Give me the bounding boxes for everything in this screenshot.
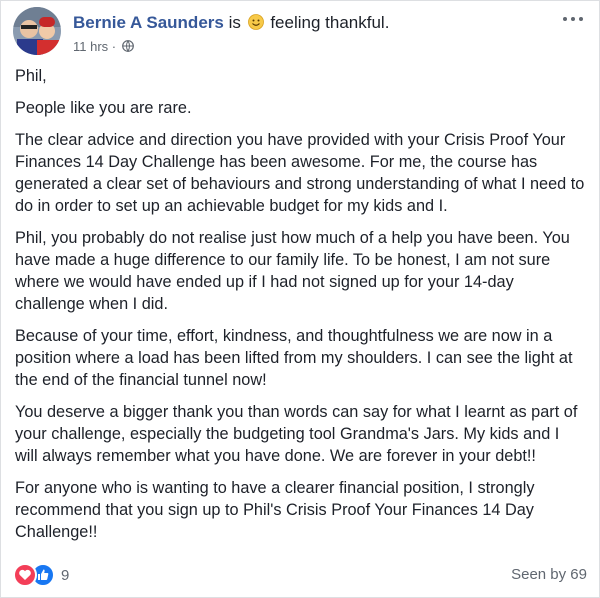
post-footer: 9 Seen by 69 <box>13 563 587 587</box>
post-paragraph: For anyone who is wanting to have a clea… <box>15 479 535 541</box>
post-paragraph: The clear advice and direction you have … <box>15 131 585 215</box>
post-meta: 11 hrs · <box>73 39 134 54</box>
smiling-face-icon <box>247 14 264 30</box>
feeling-text: feeling thankful. <box>270 13 390 32</box>
love-reaction-icon <box>13 563 37 587</box>
post-timestamp[interactable]: 11 hrs <box>73 39 108 54</box>
facebook-post: Bernie A Saunders is feeling thankful. 1… <box>0 0 600 598</box>
post-paragraph: People like you are rare. <box>15 99 192 117</box>
author-name-link[interactable]: Bernie A Saunders <box>73 13 224 32</box>
globe-icon[interactable] <box>121 40 134 52</box>
post-body: Phil, People like you are rare. The clea… <box>15 65 585 553</box>
post-paragraph: You deserve a bigger thank you than word… <box>15 403 578 465</box>
post-paragraph: Phil, <box>15 67 47 85</box>
post-paragraph: Phil, you probably do not realise just h… <box>15 229 570 313</box>
seen-by-count[interactable]: Seen by 69 <box>511 566 587 583</box>
reaction-count: 9 <box>61 566 70 584</box>
post-paragraph: Because of your time, effort, kindness, … <box>15 327 573 389</box>
reactions-summary[interactable]: 9 <box>13 563 69 587</box>
feeling-prefix: is <box>228 13 241 32</box>
avatar[interactable] <box>13 7 61 55</box>
post-title-line: Bernie A Saunders is feeling thankful. <box>73 13 389 33</box>
post-header: Bernie A Saunders is feeling thankful. 1… <box>13 7 587 59</box>
more-options-icon[interactable] <box>559 7 587 31</box>
